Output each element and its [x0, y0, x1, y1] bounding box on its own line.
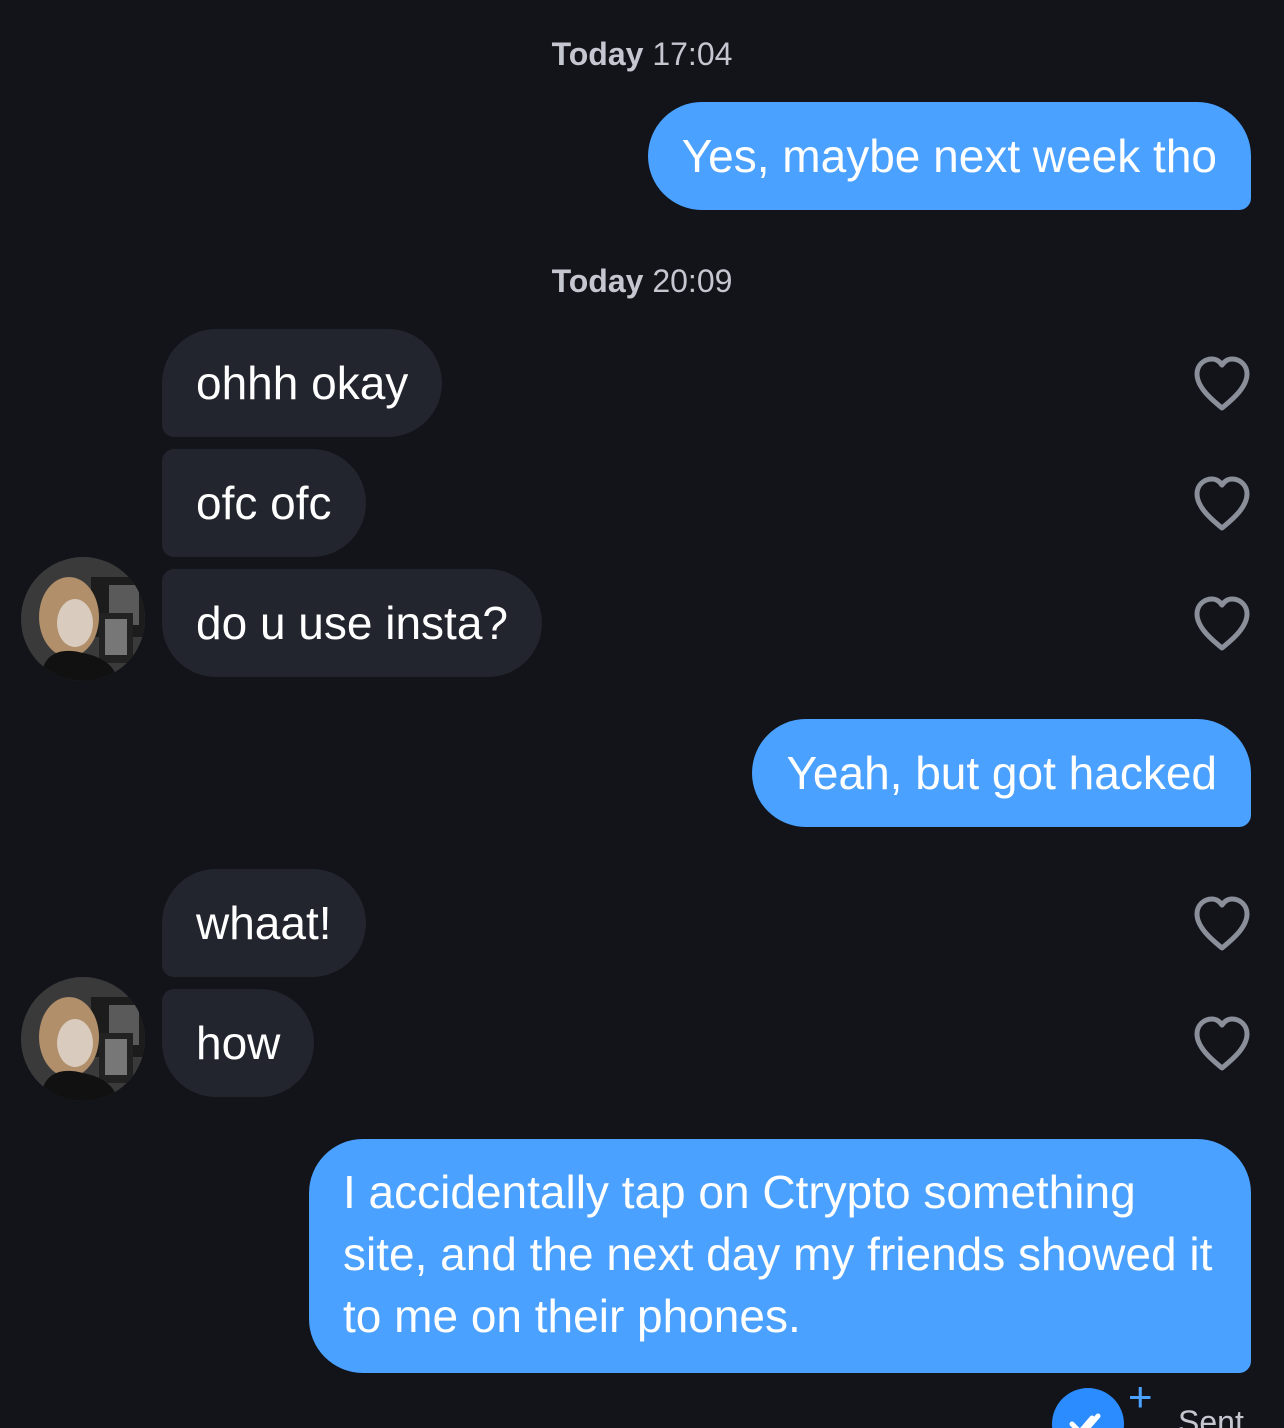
sent-message-bubble[interactable]: Yes, maybe next week tho: [647, 102, 1251, 210]
like-heart-icon[interactable]: [1191, 595, 1253, 653]
received-message-bubble[interactable]: ofc ofc: [162, 449, 366, 557]
timestamp-time: 20:09: [652, 263, 733, 299]
like-heart-icon[interactable]: [1191, 355, 1253, 413]
contact-avatar[interactable]: [21, 557, 145, 681]
like-heart-icon[interactable]: [1191, 1015, 1253, 1073]
sent-message-bubble[interactable]: Yeah, but got hacked: [752, 719, 1251, 827]
received-message-bubble[interactable]: ohhh okay: [162, 329, 443, 437]
timestamp-day: Today: [551, 36, 644, 72]
timestamp-time: 17:04: [652, 36, 733, 72]
contact-avatar[interactable]: [21, 977, 145, 1101]
avatar-photo: [21, 977, 145, 1101]
like-heart-icon[interactable]: [1191, 475, 1253, 533]
avatar-photo: [21, 557, 145, 681]
received-message-bubble[interactable]: how: [162, 989, 315, 1097]
sent-message-bubble[interactable]: I accidentally tap on Ctrypto something …: [309, 1139, 1251, 1373]
timestamp-day: Today: [551, 263, 644, 299]
sent-status-label: Sent: [1178, 1404, 1244, 1428]
received-message-bubble[interactable]: whaat!: [162, 869, 366, 977]
received-message-bubble[interactable]: do u use insta?: [162, 569, 543, 677]
like-heart-icon[interactable]: [1191, 895, 1253, 953]
timestamp-divider: Today 20:09: [0, 263, 1284, 300]
delivery-status: + Sent: [1050, 1386, 1284, 1428]
timestamp-divider: Today 17:04: [0, 36, 1284, 73]
double-check-icon: [1052, 1388, 1124, 1428]
plus-icon[interactable]: +: [1128, 1386, 1153, 1418]
